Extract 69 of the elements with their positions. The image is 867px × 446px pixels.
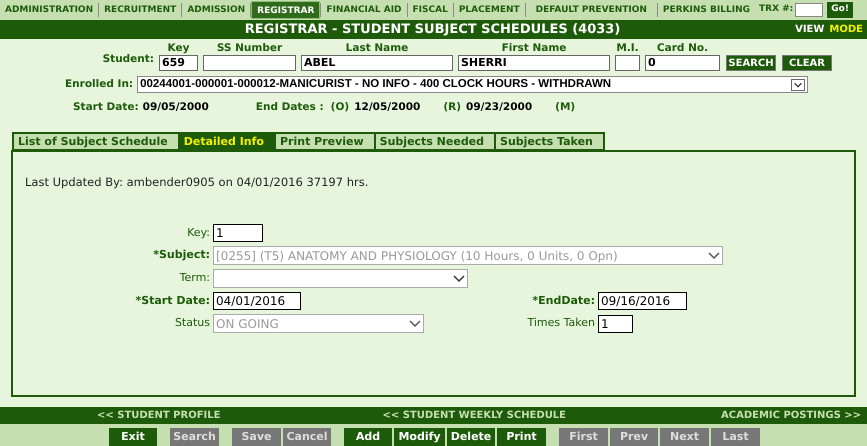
chevron-down-icon bbox=[409, 320, 421, 328]
tab[interactable]: Subjects Taken bbox=[494, 132, 605, 151]
nav-link[interactable]: << STUDENT WEEKLY SCHEDULE bbox=[382, 408, 566, 423]
chevron-down-icon bbox=[791, 78, 806, 90]
field-label: Enrolled In: bbox=[65, 76, 134, 92]
field-label: Start Date: bbox=[73, 100, 139, 115]
input-field[interactable]: 1 bbox=[598, 314, 633, 332]
nav-tab[interactable]: FINANCIAL AID bbox=[321, 1, 407, 19]
input-field[interactable]: 09/16/2016 bbox=[598, 292, 687, 310]
field-label: *Start Date: bbox=[134, 292, 211, 309]
view-link[interactable]: VIEW bbox=[795, 22, 824, 37]
toolbar-button[interactable]: Delete bbox=[447, 428, 495, 446]
tab[interactable]: Print Preview bbox=[274, 132, 376, 151]
nav-link[interactable]: ACADEMIC POSTINGS >> bbox=[721, 408, 862, 423]
input-field[interactable] bbox=[203, 55, 296, 71]
trx-input[interactable] bbox=[795, 3, 824, 17]
nav-tab[interactable]: ADMISSION bbox=[182, 1, 250, 19]
column-heading: Key bbox=[168, 42, 190, 55]
field-label: (O) bbox=[330, 100, 350, 115]
toolbar-button[interactable]: Print bbox=[497, 428, 546, 446]
field-label: *EndDate: bbox=[531, 292, 596, 309]
nav-tab[interactable]: PLACEMENT bbox=[454, 1, 525, 19]
trx-label: TRX #: bbox=[759, 3, 794, 16]
field-label: Student: bbox=[102, 52, 154, 68]
chevron-down-icon bbox=[708, 252, 720, 260]
nav-tab[interactable]: REGISTRAR bbox=[251, 1, 320, 19]
tab[interactable]: List of Subject Schedule bbox=[12, 132, 180, 151]
date-value: 09/05/2000 bbox=[142, 100, 209, 115]
field-label: Key: bbox=[186, 224, 211, 241]
toolbar-button[interactable]: Exit bbox=[109, 428, 157, 446]
field-label: *Subject: bbox=[152, 247, 211, 264]
chevron-down-icon bbox=[453, 274, 465, 282]
nav-link[interactable]: << STUDENT PROFILE bbox=[97, 408, 220, 423]
field-label: End Dates : bbox=[256, 100, 324, 115]
field-label: (R) bbox=[443, 100, 462, 115]
nav-tab[interactable]: DEFAULT PREVENTION bbox=[526, 1, 657, 19]
input-field[interactable]: 1 bbox=[213, 224, 263, 242]
nav-tab[interactable]: FISCAL bbox=[408, 1, 453, 19]
last-updated-text: Last Updated By: ambender0905 on 04/01/2016 37197 hrs. bbox=[25, 174, 370, 191]
date-value: 12/05/2000 bbox=[354, 100, 420, 115]
column-heading: M.I. bbox=[616, 42, 639, 55]
input-field[interactable] bbox=[615, 55, 640, 71]
nav-tab[interactable]: ADMINISTRATION bbox=[0, 1, 98, 19]
column-heading: First Name bbox=[502, 42, 566, 55]
nav-tab[interactable]: PERKINS BILLING bbox=[658, 1, 755, 19]
action-button[interactable]: SEARCH bbox=[726, 55, 776, 71]
column-heading: Card No. bbox=[656, 42, 708, 55]
action-button[interactable]: CLEAR bbox=[782, 55, 832, 71]
date-value: 09/23/2000 bbox=[466, 100, 532, 115]
input-field[interactable]: 0 bbox=[645, 55, 720, 71]
toolbar-button[interactable]: Add bbox=[344, 428, 392, 446]
input-field[interactable]: ABEL bbox=[301, 55, 453, 71]
mode-link[interactable]: MODE bbox=[829, 22, 863, 37]
field-label: Status bbox=[174, 315, 211, 332]
tab[interactable]: Subjects Needed bbox=[374, 132, 496, 151]
page-title: REGISTRAR - STUDENT SUBJECT SCHEDULES (4033) bbox=[244, 20, 622, 39]
column-heading: Last Name bbox=[346, 42, 408, 55]
go-button[interactable]: Go! bbox=[827, 2, 853, 18]
input-field[interactable]: 04/01/2016 bbox=[213, 292, 301, 310]
field-label: (M) bbox=[555, 100, 576, 115]
input-field[interactable]: SHERRI bbox=[458, 55, 610, 71]
nav-tab[interactable]: RECRUITMENT bbox=[99, 1, 182, 19]
input-field[interactable]: 659 bbox=[159, 55, 198, 71]
field-label: Times Taken bbox=[526, 315, 596, 332]
toolbar-button[interactable]: Modify bbox=[394, 428, 445, 446]
field-label: Term: bbox=[178, 270, 211, 286]
tab[interactable]: Detailed Info bbox=[178, 132, 276, 151]
dropdown[interactable]: 00244001-000001-000012-MANICURIST - NO INFO - 400 CLOCK HOURS - WITHDRAWN bbox=[137, 76, 808, 93]
column-heading: SS Number bbox=[216, 42, 282, 55]
